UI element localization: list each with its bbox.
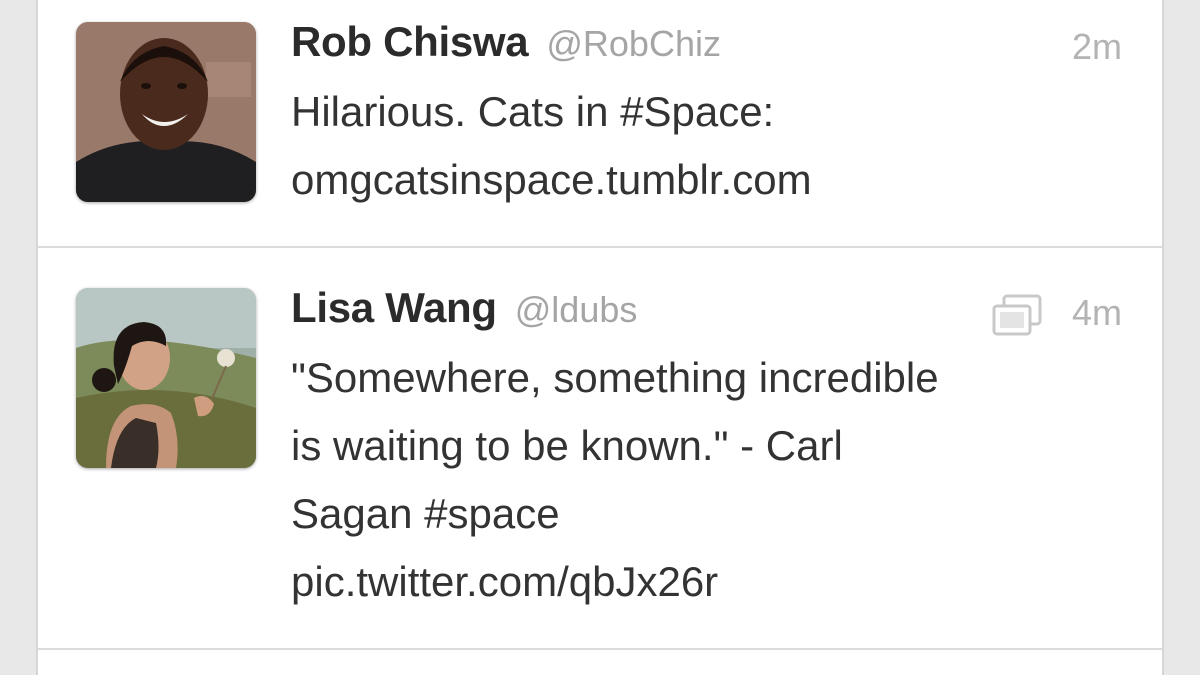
tweet-content: Rob Chiswa @RobChiz 2m Hilarious. Cats in… <box>291 18 1122 214</box>
tweet[interactable] <box>38 652 1162 675</box>
tweet-timestamp: 2m <box>1071 26 1122 67</box>
tweet-link[interactable]: pic.twitter.com/qbJx26r <box>291 548 1122 616</box>
avatar-image <box>76 22 256 202</box>
tweet-author-name[interactable]: Lisa Wang <box>291 284 497 331</box>
tweet-author-handle[interactable]: @RobChiz <box>546 23 721 64</box>
tweet-link[interactable]: omgcatsinspace.tumblr.com <box>291 146 1122 214</box>
tweet-text-line: Sagan #space <box>291 490 560 537</box>
tweet-header: Lisa Wang @ldubs 4m <box>291 284 1122 342</box>
tweet[interactable]: Lisa Wang @ldubs 4m "Somewhere, something… <box>38 250 1162 650</box>
avatar[interactable] <box>76 22 256 202</box>
avatar-image <box>76 288 256 468</box>
timeline: Rob Chiswa @RobChiz 2m Hilarious. Cats in… <box>36 0 1164 675</box>
tweet-header: Rob Chiswa @RobChiz 2m <box>291 18 1122 76</box>
tweet-text-line: is waiting to be known." - Carl <box>291 422 843 469</box>
photo-stack-icon <box>992 294 1042 336</box>
tweet-text: Hilarious. Cats in #Space: omgcatsinspac… <box>291 78 1122 214</box>
tweet-text-line: "Somewhere, something incredible <box>291 354 939 401</box>
tweet-text-line: Hilarious. Cats in #Space: <box>291 88 775 135</box>
avatar[interactable] <box>76 288 256 468</box>
tweet-timestamp: 4m <box>1071 292 1122 333</box>
tweet-text: "Somewhere, something incredible is wait… <box>291 344 1122 616</box>
tweet-author-name[interactable]: Rob Chiswa <box>291 18 529 65</box>
tweet[interactable]: Rob Chiswa @RobChiz 2m Hilarious. Cats in… <box>38 0 1162 248</box>
tweet-author-handle[interactable]: @ldubs <box>515 289 638 330</box>
tweet-content: Lisa Wang @ldubs 4m "Somewhere, something… <box>291 284 1122 616</box>
